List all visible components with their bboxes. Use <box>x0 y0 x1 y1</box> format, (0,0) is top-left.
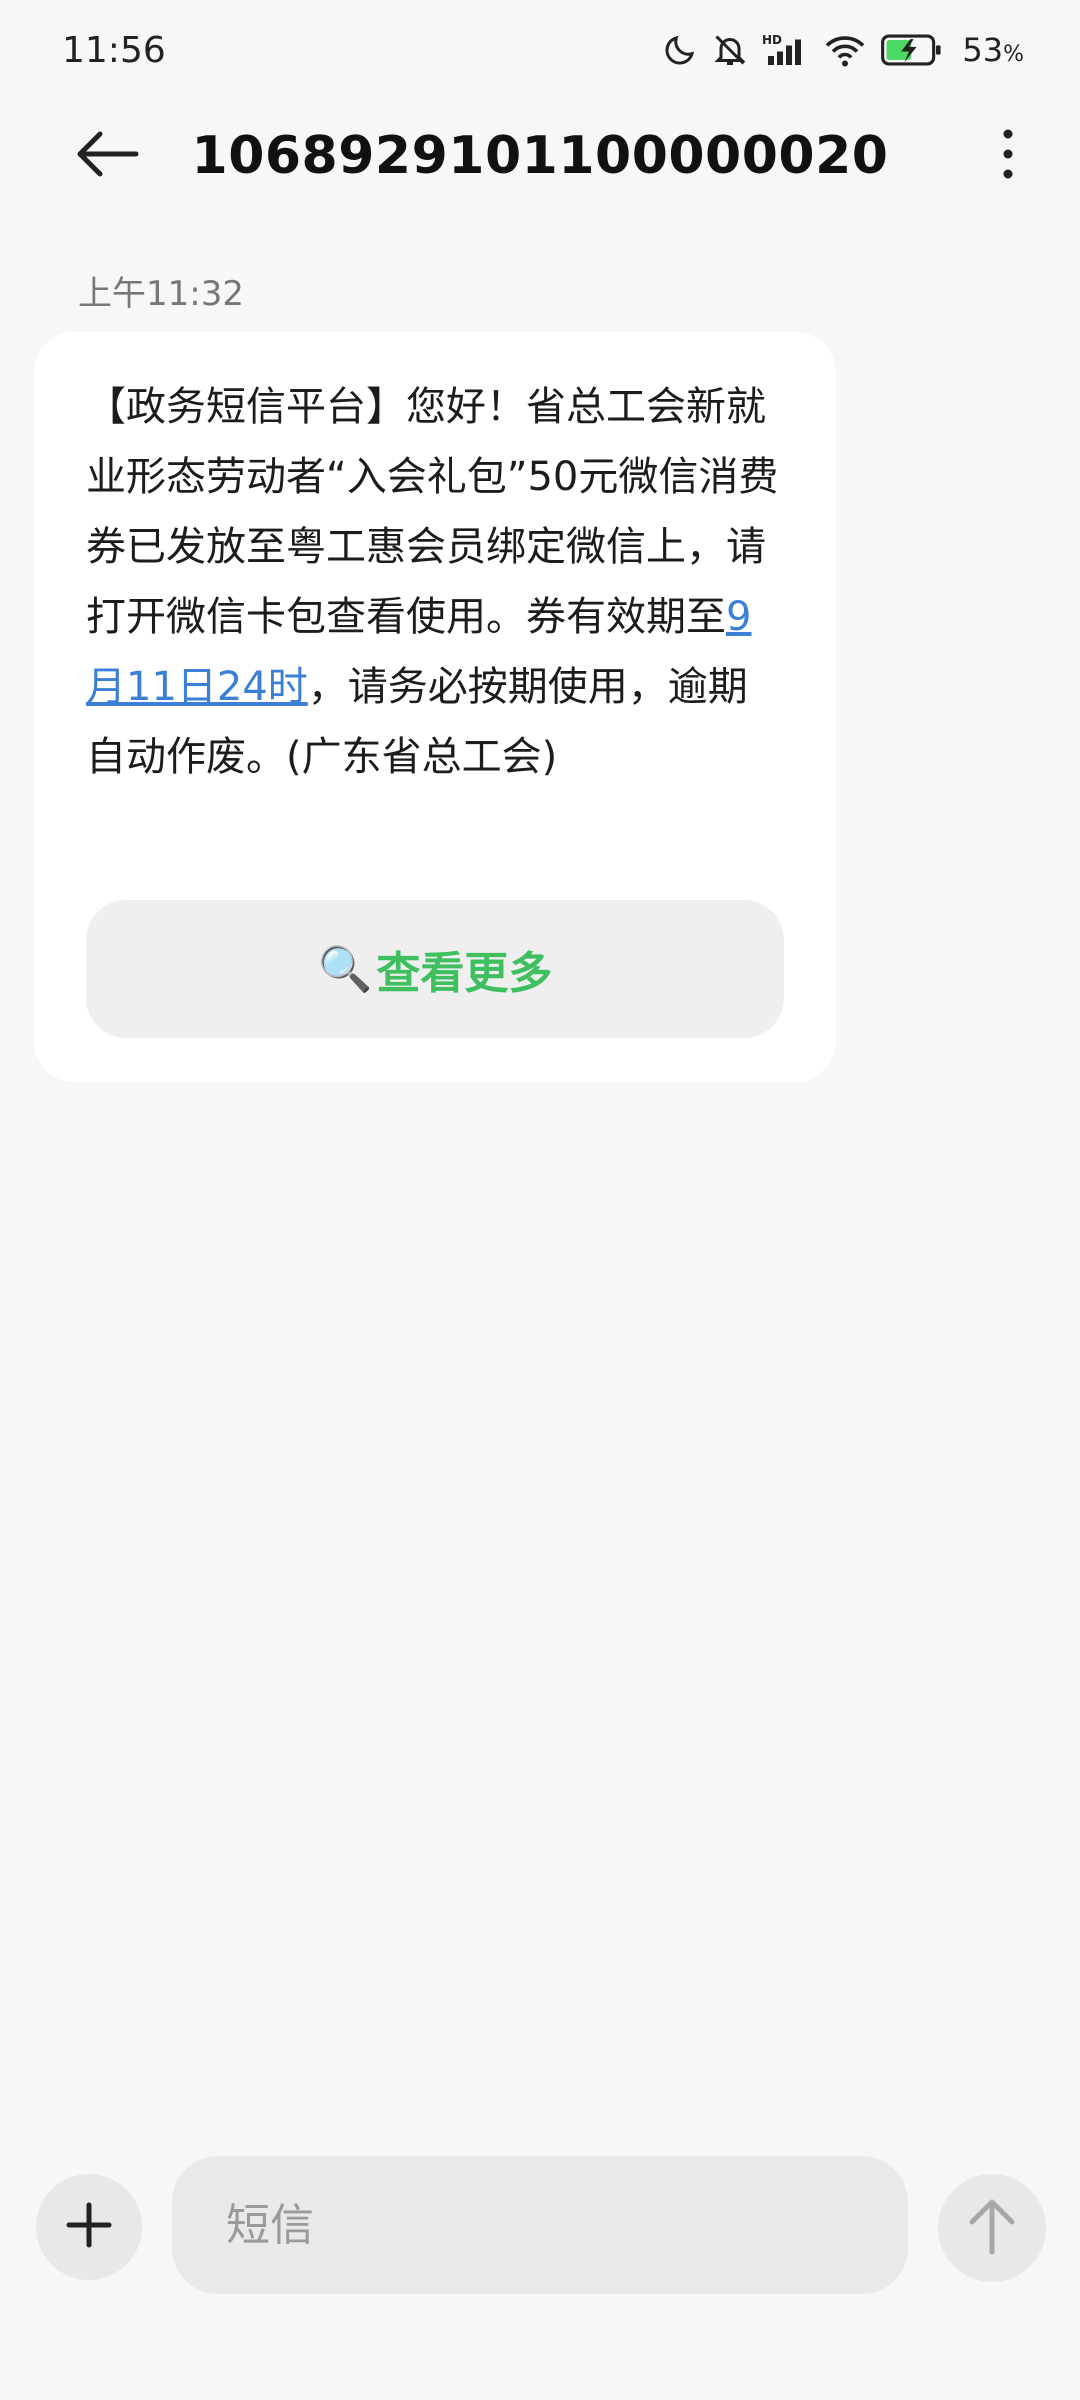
more-options-button[interactable] <box>988 124 1028 188</box>
plus-icon <box>65 2201 113 2253</box>
input-bar <box>0 2156 1080 2296</box>
send-button[interactable] <box>938 2174 1046 2282</box>
status-icons: HD 53% <box>662 31 1024 69</box>
attach-button[interactable] <box>36 2174 142 2280</box>
moon-icon <box>662 32 698 68</box>
battery-percent: 53% <box>962 31 1024 69</box>
view-more-button[interactable]: 🔍 查看更多 <box>86 900 784 1038</box>
hd-signal-icon: HD <box>762 32 810 68</box>
message-timestamp: 上午11:32 <box>78 274 244 314</box>
status-time: 11:56 <box>62 29 166 71</box>
arrow-up-icon <box>966 2196 1018 2260</box>
battery-charging-icon <box>880 33 944 67</box>
bell-off-icon <box>712 32 748 68</box>
view-more-label: 查看更多 <box>376 948 553 999</box>
sms-input[interactable] <box>172 2156 908 2294</box>
message-text: 【政务短信平台】您好！省总工会新就业形态劳动者“入会礼包”50元微信消费券已发放… <box>86 384 779 780</box>
sms-conversation-screen: 11:56 HD 53% 1068929101100000020 上午11:32… <box>0 0 1080 2400</box>
status-bar: 11:56 HD 53% <box>0 0 1080 100</box>
magnifier-icon: 🔍 <box>317 944 373 995</box>
wifi-icon <box>824 32 866 68</box>
page-title: 1068929101100000020 <box>191 126 889 186</box>
hd-label: HD <box>762 33 782 47</box>
message-bubble[interactable]: 【政务短信平台】您好！省总工会新就业形态劳动者“入会礼包”50元微信消费券已发放… <box>34 332 836 1082</box>
conversation-header: 1068929101100000020 <box>0 100 1080 212</box>
more-vertical-icon <box>1002 128 1014 184</box>
